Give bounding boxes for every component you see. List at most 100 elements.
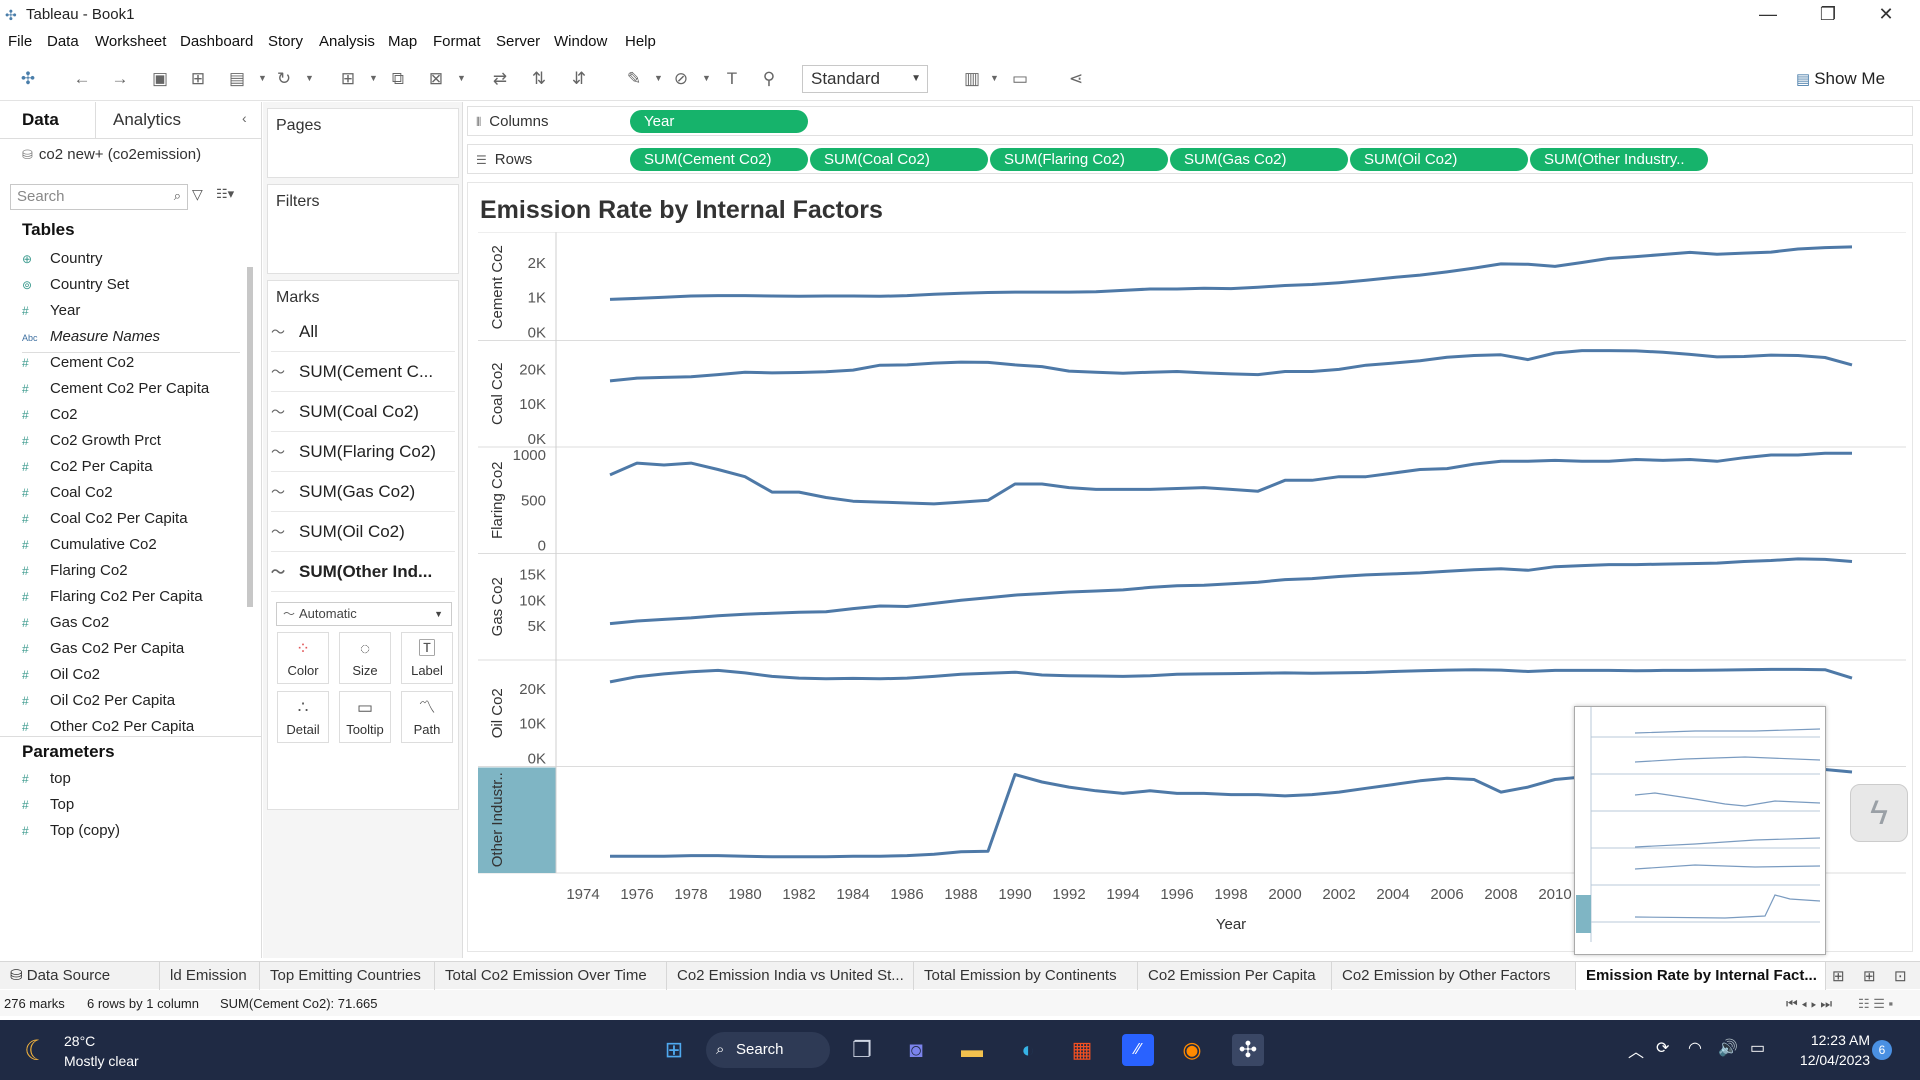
menu-worksheet[interactable]: Worksheet: [95, 33, 166, 50]
tableau-home-icon[interactable]: ✣: [16, 67, 40, 91]
tab-data[interactable]: Data: [22, 110, 59, 130]
tab-top-emitting-countries[interactable]: Top Emitting Countries: [260, 962, 435, 990]
fit-dropdown[interactable]: Standard ▼: [802, 65, 928, 93]
marks-tab-other-industry[interactable]: 〜 SUM(Other Ind...: [271, 552, 455, 592]
clock-date[interactable]: 12/04/2023: [1792, 1052, 1870, 1068]
chevron-down-icon[interactable]: ▼: [990, 73, 999, 83]
new-worksheet-icon[interactable]: ⊞: [1832, 967, 1845, 985]
clear-sheet-icon[interactable]: ⊠: [424, 67, 448, 91]
duplicate-sheet-icon[interactable]: ⧉: [386, 67, 410, 91]
tab-co2-emission-india-vs-us[interactable]: Co2 Emission India vs United St...: [667, 962, 914, 990]
field-cement-co2-per-capita[interactable]: # Cement Co2 Per Capita: [22, 380, 209, 406]
notification-badge[interactable]: 6: [1872, 1040, 1892, 1060]
view-options-icon[interactable]: ☷▾: [216, 186, 234, 202]
undo-icon[interactable]: ←: [70, 67, 94, 91]
rows-shelf[interactable]: ☰ Rows SUM(Cement Co2) SUM(Coal Co2) SUM(…: [467, 144, 1913, 174]
floating-assistant-button[interactable]: ϟ: [1850, 784, 1908, 842]
collapse-pane-icon[interactable]: ‹: [242, 110, 247, 126]
mark-type-dropdown[interactable]: 〜 Automatic ▼: [276, 602, 452, 626]
show-me-button[interactable]: ▤ Show Me: [1796, 69, 1885, 89]
tab-co2-emission-other-factors[interactable]: Co2 Emission by Other Factors: [1332, 962, 1576, 990]
refresh-icon[interactable]: ↻: [272, 67, 296, 91]
chevron-down-icon[interactable]: ▼: [702, 73, 711, 83]
pause-updates-icon[interactable]: ▤: [225, 67, 249, 91]
menu-data[interactable]: Data: [47, 33, 79, 50]
sort-descending-icon[interactable]: ⇵: [567, 67, 591, 91]
new-worksheet-icon[interactable]: ⊞: [336, 67, 360, 91]
search-input[interactable]: Search ⌕: [10, 184, 188, 210]
field-country-set[interactable]: ⊚ Country Set: [22, 276, 129, 302]
menu-map[interactable]: Map: [388, 33, 417, 50]
field-country[interactable]: ⊕ Country: [22, 250, 103, 276]
field-other-co2-per-capita[interactable]: # Other Co2 Per Capita: [22, 718, 194, 736]
chevron-down-icon[interactable]: ▼: [258, 73, 267, 83]
size-button[interactable]: ◌ Size: [339, 632, 391, 684]
minimize-button[interactable]: —: [1740, 0, 1796, 30]
pill-flaring-co2[interactable]: SUM(Flaring Co2): [990, 148, 1168, 171]
fields-scrollbar[interactable]: [247, 267, 253, 607]
marks-tab-coal[interactable]: 〜 SUM(Coal Co2): [271, 392, 455, 432]
save-icon[interactable]: ▣: [148, 67, 172, 91]
new-dashboard-icon[interactable]: ⊞: [1863, 967, 1876, 985]
field-coal-co2-per-capita[interactable]: # Coal Co2 Per Capita: [22, 510, 188, 536]
field-oil-co2[interactable]: # Oil Co2: [22, 666, 100, 692]
marks-tab-all[interactable]: 〜 All: [271, 312, 455, 352]
tab-analytics[interactable]: Analytics: [113, 110, 181, 130]
pill-oil-co2[interactable]: SUM(Oil Co2): [1350, 148, 1528, 171]
clock-time[interactable]: 12:23 AM: [1792, 1032, 1870, 1048]
tooltip-button[interactable]: ▭ Tooltip: [339, 691, 391, 743]
tab-emission-rate-internal-factors[interactable]: Emission Rate by Internal Fact...: [1576, 962, 1826, 990]
redo-icon[interactable]: →: [108, 67, 132, 91]
field-co2-per-capita[interactable]: # Co2 Per Capita: [22, 458, 153, 484]
pill-cement-co2[interactable]: SUM(Cement Co2): [630, 148, 808, 171]
field-cement-co2[interactable]: # Cement Co2: [22, 354, 134, 380]
parameter-top[interactable]: # top: [22, 770, 71, 796]
pill-coal-co2[interactable]: SUM(Coal Co2): [810, 148, 988, 171]
pill-other-industry[interactable]: SUM(Other Industry..: [1530, 148, 1708, 171]
label-button[interactable]: 🅃 Label: [401, 632, 453, 684]
restore-button[interactable]: ❐: [1800, 0, 1856, 30]
taskbar-search[interactable]: ⌕ Search: [706, 1032, 830, 1068]
pill-gas-co2[interactable]: SUM(Gas Co2): [1170, 148, 1348, 171]
chevron-down-icon[interactable]: ▼: [305, 73, 314, 83]
tab-total-emission-by-continents[interactable]: Total Emission by Continents: [914, 962, 1138, 990]
task-view-icon[interactable]: ❐: [846, 1034, 878, 1066]
menu-window[interactable]: Window: [554, 33, 607, 50]
tab-data-source[interactable]: ⛁ Data Source: [0, 962, 160, 990]
ms-store-icon[interactable]: ▦: [1066, 1034, 1098, 1066]
datasource-item[interactable]: ⛁ co2 new+ (co2emission): [22, 146, 201, 163]
tab-ld-emission[interactable]: ld Emission: [160, 962, 260, 990]
show-cards-icon[interactable]: ▥: [960, 67, 984, 91]
parameter-top-copy[interactable]: # Top (copy): [22, 822, 120, 848]
field-oil-co2-per-capita[interactable]: # Oil Co2 Per Capita: [22, 692, 175, 718]
presentation-mode-icon[interactable]: ▭: [1008, 67, 1032, 91]
sync-icon[interactable]: ⟳: [1656, 1038, 1669, 1058]
menu-analysis[interactable]: Analysis: [319, 33, 375, 50]
menu-server[interactable]: Server: [496, 33, 540, 50]
app-icon[interactable]: ⁄⁄: [1122, 1034, 1154, 1066]
sheet-navigation-icon[interactable]: ⏮ ◂ ▸ ⏭: [1786, 996, 1832, 1012]
menu-dashboard[interactable]: Dashboard: [180, 33, 253, 50]
swap-rows-columns-icon[interactable]: ⇄: [488, 67, 512, 91]
tableau-taskbar-icon[interactable]: ✣: [1232, 1034, 1264, 1066]
wifi-icon[interactable]: ◠: [1688, 1038, 1702, 1058]
chevron-up-icon[interactable]: ︿: [1628, 1038, 1644, 1062]
chevron-down-icon[interactable]: ▼: [654, 73, 663, 83]
chevron-down-icon[interactable]: ▼: [457, 73, 466, 83]
field-co2[interactable]: # Co2: [22, 406, 78, 432]
marks-tab-cement[interactable]: 〜 SUM(Cement C...: [271, 352, 455, 392]
marks-tab-oil[interactable]: 〜 SUM(Oil Co2): [271, 512, 455, 552]
columns-shelf[interactable]: ⦀ Columns Year: [467, 106, 1913, 136]
field-gas-co2[interactable]: # Gas Co2: [22, 614, 109, 640]
filters-card[interactable]: Filters: [267, 184, 459, 274]
menu-format[interactable]: Format: [433, 33, 481, 50]
new-datasource-icon[interactable]: ⊞: [186, 67, 210, 91]
sheet-view-icons[interactable]: ☷ ☰ ▪: [1858, 996, 1893, 1012]
close-button[interactable]: ✕: [1858, 0, 1914, 30]
group-members-icon[interactable]: ⊘: [669, 67, 693, 91]
field-cumulative-co2[interactable]: # Cumulative Co2: [22, 536, 157, 562]
edge-browser-icon[interactable]: ◐: [1012, 1034, 1044, 1066]
parameter-top-2[interactable]: # Top: [22, 796, 74, 822]
field-measure-names[interactable]: Abc Measure Names: [22, 328, 160, 354]
field-year[interactable]: # Year: [22, 302, 80, 328]
